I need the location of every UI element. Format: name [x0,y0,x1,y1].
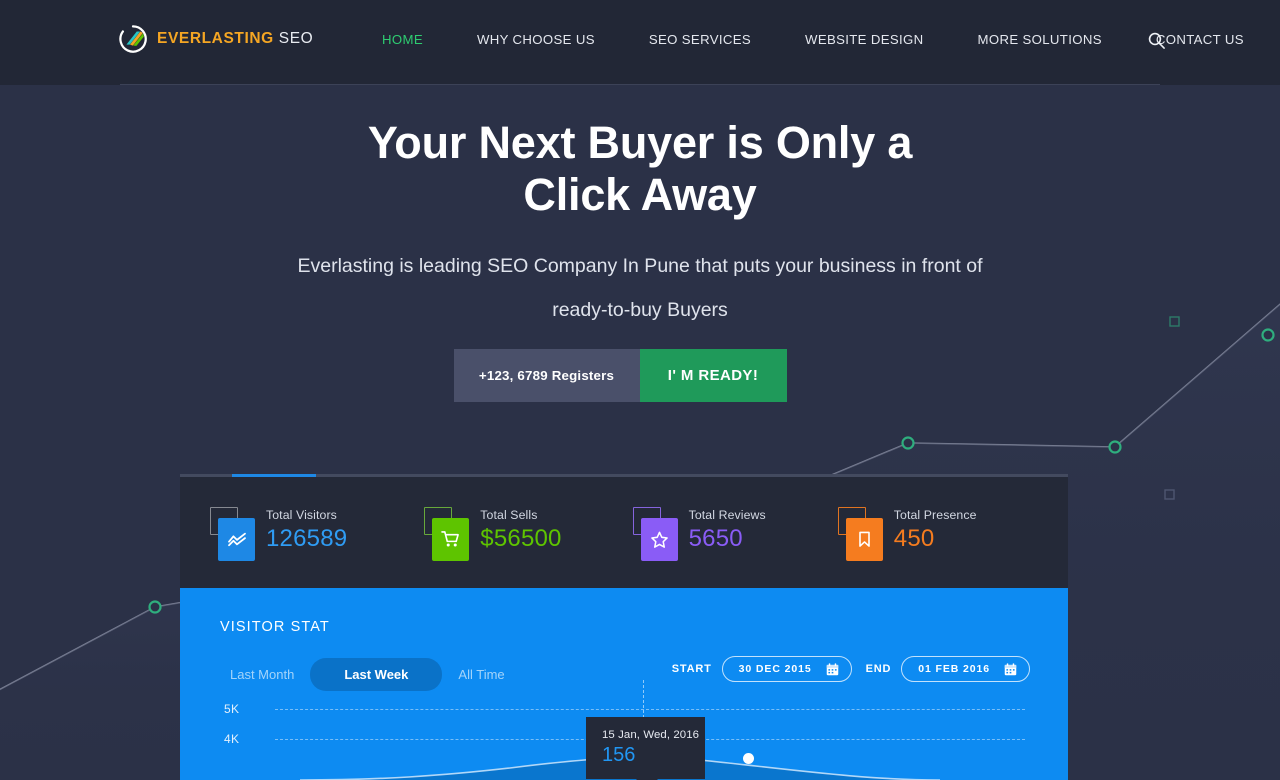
brand-name: EVERLASTING SEO [157,31,313,47]
dashboard-top-border [180,474,1068,477]
start-date-value: 30 DEC 2015 [738,663,812,675]
hero-section: Your Next Buyer is Only a Click Away Eve… [0,85,1280,402]
header-divider [120,84,1160,85]
nav-item-home[interactable]: HOME [355,31,450,49]
stat-card-total-presence[interactable]: Total Presence 450 [837,503,977,565]
shopping-cart-icon [432,517,470,561]
chart-line-icon [218,517,255,561]
stat-label: Total Sells [480,507,538,522]
tooltip-value: 156 [602,744,636,766]
register-count-badge: +123, 6789 Registers [453,349,640,402]
hero-title: Your Next Buyer is Only a Click Away [0,117,1280,221]
start-date-label: START [671,663,712,675]
start-date-picker[interactable]: 30 DEC 2015 [721,656,852,682]
page-root: EVERLASTING SEO HOME WHY CHOOSE US SEO S… [0,0,1280,780]
calendar-icon [826,662,838,675]
nav-item-seo-services[interactable]: SEO SERVICES [622,31,778,49]
stat-value: 126589 [266,524,348,552]
stat-value: 5650 [688,524,743,552]
chart-data-point[interactable] [743,753,754,764]
dashboard-panel: Total Visitors 126589 Total Sells $56500… [180,474,1068,780]
site-header: EVERLASTING SEO HOME WHY CHOOSE US SEO S… [0,0,1280,85]
stat-card-total-reviews[interactable]: Total Reviews 5650 [632,503,766,565]
visitor-stat-range-tabs: Last Month Last Week All Time [214,658,521,691]
calendar-icon [1004,662,1017,675]
star-icon [640,517,678,561]
nav-item-website-design[interactable]: WEBSITE DESIGN [778,31,950,49]
graph-node-icon [148,600,162,614]
y-axis-tick-5k: 5K [224,702,240,716]
brand-logo-link[interactable]: EVERLASTING SEO [118,24,313,54]
im-ready-button[interactable]: I' M READY! [639,349,787,402]
search-button[interactable] [1144,28,1168,52]
gridline-5k [275,709,1025,710]
date-range-controls: START 30 DEC 2015 END 01 FEB 2016 [672,656,1030,682]
chart-tooltip: 15 Jan, Wed, 2016 156 [586,717,705,780]
stat-value: 450 [893,524,935,552]
tab-last-month[interactable]: Last Month [214,659,310,690]
hero-subtitle-line2: ready-to-buy Buyers [552,299,728,321]
stat-card-total-sells[interactable]: Total Sells $56500 [424,503,561,563]
dashboard-active-tab-indicator [232,474,316,477]
end-date-label: END [865,663,892,675]
hero-cta-row: +123, 6789 Registers I' M READY! [0,349,1280,402]
graph-node-icon [901,436,915,450]
start-date-group: START 30 DEC 2015 [672,656,852,682]
hero-title-line1: Your Next Buyer is Only a [367,117,913,168]
hero-subtitle-line1: Everlasting is leading SEO Company In Pu… [297,255,983,277]
y-axis-tick-4k: 4K [224,732,240,746]
tab-last-week[interactable]: Last Week [310,658,443,691]
stat-label: Total Reviews [688,507,766,522]
visitor-stat-title: VISITOR STAT [220,619,330,635]
main-navigation: HOME WHY CHOOSE US SEO SERVICES WEBSITE … [355,31,1271,49]
everlasting-arrow-logo-icon [119,25,147,53]
brand-name-secondary: SEO [278,30,314,48]
graph-node-icon [1164,489,1175,500]
stat-value: $56500 [480,524,562,552]
stats-strip: Total Visitors 126589 Total Sells $56500… [180,477,1068,588]
stat-icon-wrap [424,506,470,565]
tab-all-time[interactable]: All Time [442,659,520,690]
graph-node-icon [1108,440,1122,454]
stat-card-total-visitors[interactable]: Total Visitors 126589 [210,503,347,563]
search-icon [1148,32,1165,49]
nav-item-more-solutions[interactable]: MORE SOLUTIONS [951,31,1129,49]
tooltip-date: 15 Jan, Wed, 2016 [602,729,700,741]
nav-item-why-choose-us[interactable]: WHY CHOOSE US [450,31,622,49]
hero-title-line2: Click Away [523,169,757,220]
stat-icon-wrap [210,506,255,565]
stat-label: Total Visitors [266,507,337,522]
stat-icon-wrap [632,506,678,565]
chart-hover-guideline [643,680,644,718]
stat-label: Total Presence [893,507,977,522]
end-date-picker[interactable]: 01 FEB 2016 [901,656,1030,682]
bookmark-icon [845,517,883,561]
end-date-value: 01 FEB 2016 [918,663,990,675]
hero-subtitle: Everlasting is leading SEO Company In Pu… [0,244,1280,332]
brand-name-primary: EVERLASTING [157,30,274,48]
stat-icon-wrap [837,506,883,565]
end-date-group: END 01 FEB 2016 [866,656,1030,682]
